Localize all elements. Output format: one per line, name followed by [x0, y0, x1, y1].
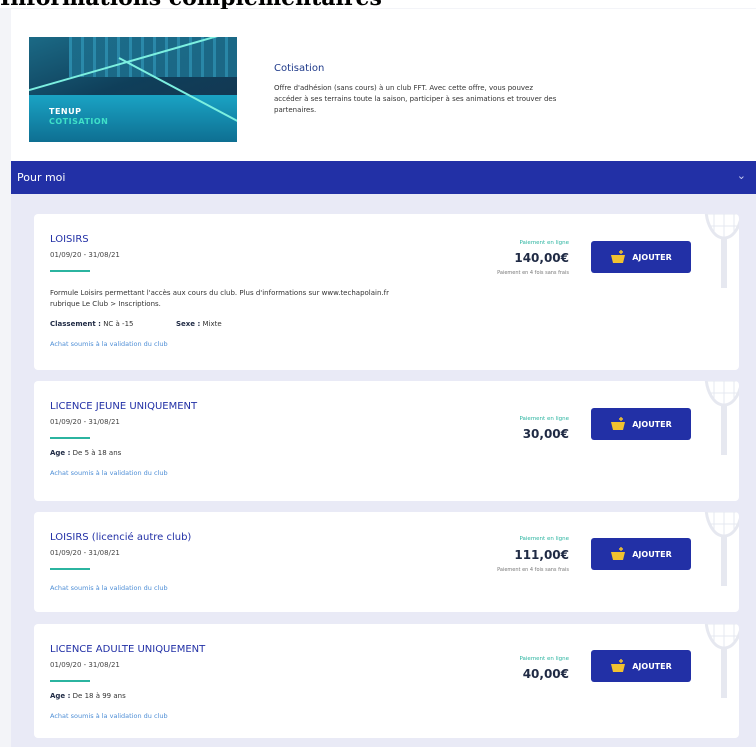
validation-note: Achat soumis à la validation du club	[50, 712, 168, 720]
add-button-label: AJOUTER	[632, 252, 672, 262]
validation-note: Achat soumis à la validation du club	[50, 469, 168, 477]
offer-description: Offre d'adhésion (sans cours) à un club …	[274, 84, 557, 114]
chevron-down-icon[interactable]: ⌄	[737, 169, 746, 182]
basket-plus-icon	[611, 659, 626, 672]
product-card-licence-adulte: LICENCE ADULTE UNIQUEMENT 01/09/20 - 31/…	[34, 624, 739, 738]
product-dates: 01/09/20 - 31/08/21	[50, 549, 120, 557]
age-value: De 18 à 99 ans	[72, 692, 126, 700]
sexe-label: Sexe :	[175, 320, 201, 328]
product-title: LOISIRS	[50, 234, 89, 245]
age-label: Age :	[50, 692, 71, 700]
product-dates: 01/09/20 - 31/08/21	[50, 661, 120, 669]
product-price: 140,00€	[514, 251, 569, 265]
product-title: LICENCE JEUNE UNIQUEMENT	[50, 401, 198, 412]
add-button[interactable]: AJOUTER	[591, 241, 691, 273]
product-price: 111,00€	[514, 548, 569, 562]
classement-value: NC à -15	[103, 320, 134, 328]
age-value: De 5 à 18 ans	[72, 449, 122, 457]
payment-online-label: Paiement en ligne	[519, 416, 569, 422]
product-card-loisirs: LOISIRS 01/09/20 - 31/08/21 Formule Lois…	[34, 214, 739, 370]
product-card-loisirs-autre-club: LOISIRS (licencié autre club) 01/09/20 -…	[34, 512, 739, 612]
payment-online-label: Paiement en ligne	[519, 536, 569, 542]
product-dates: 01/09/20 - 31/08/21	[50, 418, 120, 426]
payment-online-label: Paiement en ligne	[519, 240, 569, 246]
product-description: Formule Loisirs permettant l'accès aux c…	[50, 289, 389, 308]
basket-plus-icon	[611, 417, 626, 430]
product-dates: 01/09/20 - 31/08/21	[50, 251, 120, 259]
racket-icon	[704, 214, 739, 288]
divider	[50, 568, 90, 570]
racket-icon	[704, 624, 739, 698]
add-button-label: AJOUTER	[632, 549, 672, 559]
product-title: LOISIRS (licencié autre club)	[50, 532, 192, 543]
offer-image-brand: TENUP	[49, 107, 82, 116]
divider	[50, 680, 90, 682]
divider	[50, 270, 90, 272]
racket-icon	[704, 381, 739, 455]
add-button[interactable]: AJOUTER	[591, 650, 691, 682]
payment-online-label: Paiement en ligne	[519, 656, 569, 662]
product-meta: Age : De 5 à 18 ans	[50, 449, 121, 457]
offer-header: TENUP COTISATION Cotisation Offre d'adhé…	[11, 9, 756, 161]
product-meta: Classement : NC à -15 Sexe : Mixte	[50, 320, 222, 328]
section-label: Pour moi	[17, 171, 66, 184]
basket-plus-icon	[611, 250, 626, 263]
offer-image-caption: COTISATION	[49, 117, 109, 126]
section-pour-moi[interactable]: Pour moi ⌄	[11, 161, 756, 194]
product-meta: Age : De 18 à 99 ans	[50, 692, 126, 700]
racket-icon	[704, 512, 739, 586]
product-title: LICENCE ADULTE UNIQUEMENT	[50, 644, 206, 655]
classement-label: Classement :	[50, 320, 101, 328]
product-price: 30,00€	[522, 427, 569, 441]
add-button-label: AJOUTER	[632, 419, 672, 429]
product-price: 40,00€	[522, 667, 569, 681]
payment-split-label: Paiement en 4 fois sans frais	[497, 567, 569, 573]
offer-image-logo: TENUP COTISATION	[49, 107, 108, 127]
age-label: Age :	[50, 449, 71, 457]
add-button-label: AJOUTER	[632, 661, 672, 671]
cut-heading: Informations complémentaires	[0, 0, 382, 9]
basket-plus-icon	[611, 547, 626, 560]
divider	[50, 437, 90, 439]
offer-title: Cotisation	[274, 63, 325, 74]
add-button[interactable]: AJOUTER	[591, 538, 691, 570]
payment-split-label: Paiement en 4 fois sans frais	[497, 270, 569, 276]
add-button[interactable]: AJOUTER	[591, 408, 691, 440]
sexe-value: Mixte	[202, 320, 222, 328]
product-card-licence-jeune: LICENCE JEUNE UNIQUEMENT 01/09/20 - 31/0…	[34, 381, 739, 501]
offer-image: TENUP COTISATION	[29, 37, 237, 142]
validation-note: Achat soumis à la validation du club	[50, 584, 168, 592]
validation-note: Achat soumis à la validation du club	[50, 340, 168, 348]
